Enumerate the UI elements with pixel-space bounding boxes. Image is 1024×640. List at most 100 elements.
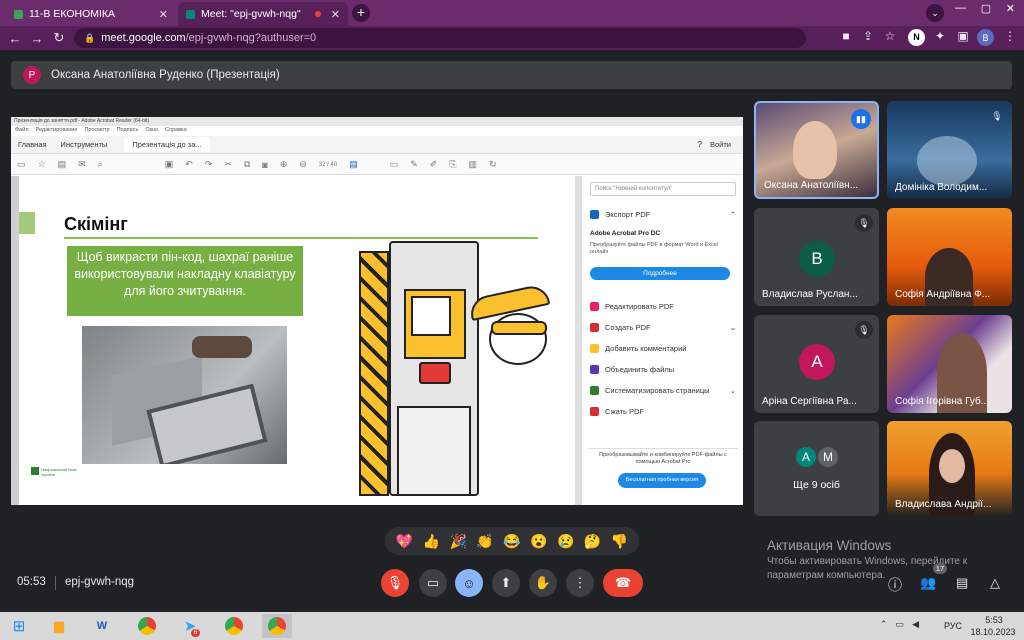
help-icon[interactable]: ?: [698, 140, 702, 149]
menu-item[interactable]: Окно: [145, 127, 158, 135]
copy-icon[interactable]: ⧉: [244, 159, 250, 170]
extensions-icon[interactable]: ✦: [932, 29, 948, 43]
participant-tile[interactable]: В 🎙 Владислав Руслан...: [754, 208, 879, 306]
laughing-icon[interactable]: 😂: [503, 533, 520, 550]
telegram-icon[interactable]: ➤: [175, 614, 205, 638]
participant-tile[interactable]: 🎙 Домініка Володим...: [887, 101, 1012, 199]
search-icon[interactable]: ⌕: [98, 159, 103, 170]
party-popper-icon[interactable]: 🎉: [449, 533, 466, 550]
tab-tools[interactable]: Инструменты: [54, 140, 115, 149]
tool-edit-pdf[interactable]: Редактировать PDF: [582, 296, 743, 317]
bookmark-star-icon[interactable]: ☆: [882, 29, 898, 43]
chevron-up-icon[interactable]: ⌃: [730, 210, 736, 219]
undo-icon[interactable]: ↶: [185, 159, 193, 170]
leave-call-button[interactable]: ☎: [603, 569, 643, 597]
reload-icon[interactable]: ↻: [48, 30, 70, 46]
camera-toggle-button[interactable]: ▭: [419, 569, 447, 597]
delete-icon[interactable]: ▥: [469, 159, 478, 170]
menu-item[interactable]: Редактирование: [36, 127, 78, 135]
bookmark-icon[interactable]: ☆: [38, 159, 46, 170]
print-icon[interactable]: ▤: [58, 159, 67, 170]
menu-item[interactable]: Справка: [165, 127, 187, 135]
signin-link[interactable]: Войти: [710, 140, 731, 149]
tab-home[interactable]: Главная: [11, 140, 54, 149]
tab-economics[interactable]: 11-В ЕКОНОМІКА ✕: [6, 2, 176, 26]
network-icon[interactable]: ▭: [896, 619, 905, 630]
mic-toggle-button[interactable]: 🎙: [381, 569, 409, 597]
word-icon[interactable]: W: [87, 614, 117, 638]
forward-icon[interactable]: →: [26, 31, 48, 46]
reactions-button[interactable]: ☺: [455, 569, 483, 597]
new-tab-button[interactable]: +: [352, 4, 370, 22]
more-options-button[interactable]: ⋮: [566, 569, 594, 597]
participant-tile[interactable]: Софія Ігорівна Губ...: [887, 315, 1012, 413]
chevron-down-icon[interactable]: ⌄: [730, 386, 736, 395]
minimize-icon[interactable]: —: [955, 2, 966, 15]
menu-item[interactable]: Подпись: [117, 127, 139, 135]
thumbs-up-icon[interactable]: 👍: [423, 533, 440, 550]
chevron-down-icon[interactable]: ⌄: [730, 323, 736, 332]
participant-tile[interactable]: Владислава Андрії...: [887, 421, 1012, 516]
tool-organize[interactable]: Систематизировать страницы ⌄: [582, 380, 743, 401]
tab-meet[interactable]: Meet: "epj-gvwh-nqg" ✕: [178, 2, 348, 26]
notion-extension-icon[interactable]: N: [908, 29, 925, 46]
tool-combine[interactable]: Объединить файлы: [582, 359, 743, 380]
people-icon[interactable]: 👥: [920, 575, 936, 591]
mail-icon[interactable]: ✉: [78, 159, 86, 170]
tool-export-pdf[interactable]: Экспорт PDF ⌃: [582, 204, 743, 225]
menu-item[interactable]: Файл: [15, 127, 29, 135]
back-icon[interactable]: ←: [4, 31, 26, 46]
cut-icon[interactable]: ✂: [224, 159, 232, 170]
present-button[interactable]: ⬆: [492, 569, 520, 597]
address-bar[interactable]: 🔒 meet.google.com/epj-gvwh-nqg?authuser=…: [74, 28, 806, 48]
menu-item[interactable]: Просмотр: [84, 127, 109, 135]
clapping-icon[interactable]: 👏: [476, 533, 493, 550]
rotate-icon[interactable]: ↻: [489, 159, 497, 170]
fit-icon[interactable]: ▤: [349, 159, 358, 170]
pen-icon[interactable]: ✎: [410, 159, 418, 170]
menu-icon[interactable]: ⋮: [1002, 29, 1018, 43]
tool-icon[interactable]: ▣: [165, 159, 174, 170]
page-up-icon[interactable]: ⊕: [280, 159, 288, 170]
tool-compress[interactable]: Сжать PDF: [582, 401, 743, 422]
maximize-icon[interactable]: ▢: [981, 2, 991, 15]
participant-tile-more[interactable]: А М Ще 9 осіб: [754, 421, 879, 516]
tab-search-icon[interactable]: ⌄: [926, 4, 944, 22]
tab-document[interactable]: Презентація до за...: [124, 137, 210, 152]
close-icon[interactable]: ✕: [331, 8, 340, 21]
window-close-icon[interactable]: ✕: [1006, 2, 1015, 15]
info-icon[interactable]: ⓘ: [888, 575, 902, 595]
side-panel-icon[interactable]: ▣: [955, 29, 971, 43]
tray-chevron-icon[interactable]: ⌃: [880, 619, 888, 630]
camera-icon[interactable]: ■: [838, 29, 854, 43]
redo-icon[interactable]: ↷: [205, 159, 213, 170]
activities-icon[interactable]: △: [990, 575, 1000, 591]
surprised-icon[interactable]: 😮: [530, 533, 547, 550]
participant-tile[interactable]: Софія Андріївна Ф...: [887, 208, 1012, 306]
page-indicator[interactable]: 32 / 40: [319, 162, 337, 168]
chrome-window-icon[interactable]: [219, 614, 249, 638]
close-icon[interactable]: ✕: [159, 8, 168, 21]
share-icon[interactable]: ⇪: [860, 29, 876, 43]
tool-comment[interactable]: Добавить комментарий: [582, 338, 743, 359]
participant-tile[interactable]: А 🎙 Аріна Сергіївна Ра...: [754, 315, 879, 413]
sparkling-heart-icon[interactable]: 💖: [396, 533, 413, 550]
page-down-icon[interactable]: ⊖: [299, 159, 307, 170]
windows-start-icon[interactable]: ⊞: [4, 614, 34, 638]
learn-more-button[interactable]: Подробнее: [590, 267, 730, 280]
save-icon[interactable]: ▭: [17, 159, 26, 170]
thinking-icon[interactable]: 🤔: [584, 533, 601, 550]
sad-icon[interactable]: 😢: [557, 533, 574, 550]
raise-hand-button[interactable]: ✋: [529, 569, 557, 597]
chrome-active-window-icon[interactable]: [262, 614, 292, 638]
participant-tile[interactable]: ▮▮ Оксана Анатоліївн...: [754, 101, 879, 199]
volume-icon[interactable]: ◀: [912, 619, 919, 630]
chrome-icon[interactable]: [132, 614, 162, 638]
thumbs-down-icon[interactable]: 👎: [611, 533, 628, 550]
chat-icon[interactable]: ▤: [956, 575, 968, 591]
file-explorer-icon[interactable]: ▆: [44, 614, 74, 638]
stamp-icon[interactable]: ⎘: [449, 159, 456, 170]
profile-avatar[interactable]: B: [977, 29, 994, 46]
comment-icon[interactable]: ▭: [390, 159, 399, 170]
highlight-icon[interactable]: ✐: [430, 159, 438, 170]
